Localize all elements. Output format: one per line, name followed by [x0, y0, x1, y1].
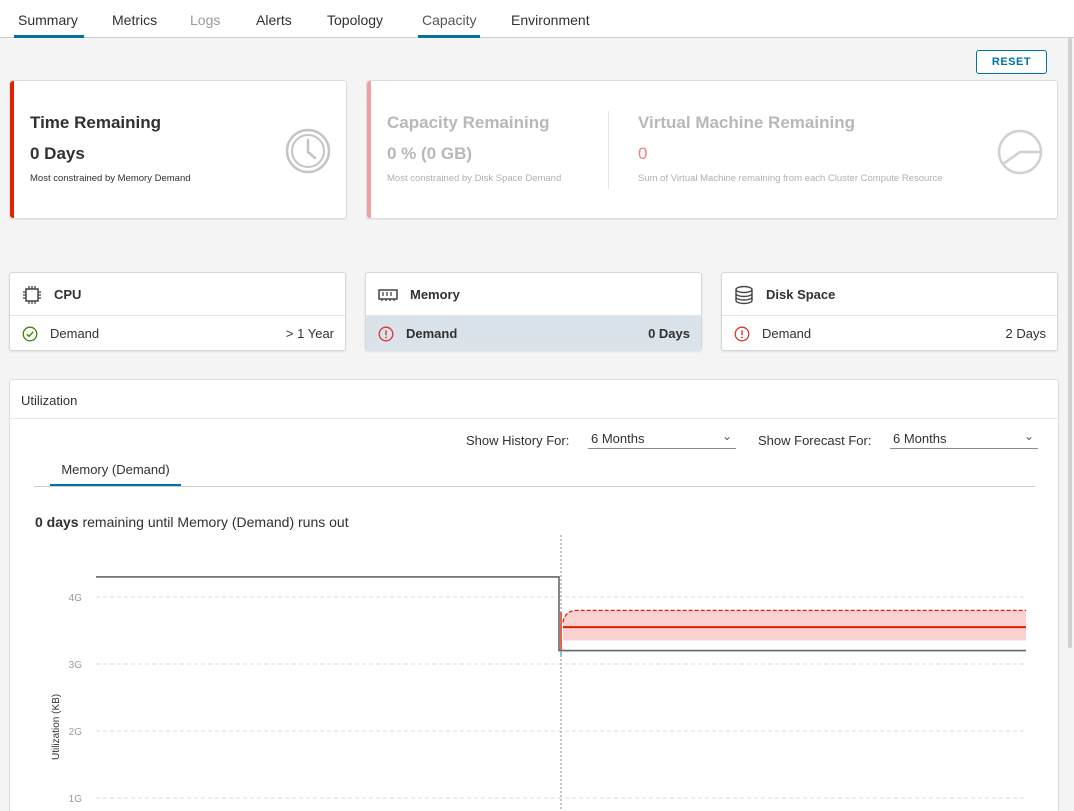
- cpu-card-header: CPU: [10, 273, 345, 316]
- page-scrollbar[interactable]: [1068, 38, 1072, 648]
- y-axis-ticks: 1G 2G 3G 4G: [69, 593, 83, 805]
- capacity-remaining-note: Most constrained by Disk Space Demand: [387, 173, 562, 184]
- memory-card-title: Memory: [410, 287, 460, 302]
- disk-space-demand-label: Demand: [762, 326, 812, 341]
- vm-remaining-title: Virtual Machine Remaining: [638, 113, 855, 132]
- time-remaining-card: Time Remaining 0 Days Most constrained b…: [9, 80, 347, 219]
- alert-circle-icon: [378, 326, 394, 342]
- y-tick-label: 1G: [69, 794, 83, 805]
- y-tick-label: 2G: [69, 727, 83, 738]
- check-circle-icon: [22, 326, 38, 342]
- capacity-remaining-card: Capacity Remaining 0 % (0 GB) Most const…: [366, 80, 1058, 219]
- chevron-down-icon: ⌄: [1023, 429, 1034, 443]
- remaining-summary: 0 days remaining until Memory (Demand) r…: [35, 514, 349, 530]
- remaining-text: remaining until Memory (Demand) runs out: [78, 514, 349, 530]
- memory-card-header: Memory: [366, 273, 701, 316]
- forecast-band: [562, 609, 1026, 641]
- history-select-value: 6 Months: [591, 431, 645, 446]
- history-select[interactable]: 6 Months ⌄: [588, 429, 736, 449]
- summary-divider: [608, 111, 609, 189]
- history-label: Show History For:: [466, 433, 570, 448]
- memory-icon: [378, 289, 398, 301]
- cpu-card[interactable]: CPU Demand > 1 Year: [9, 272, 346, 351]
- time-remaining-title: Time Remaining: [30, 113, 161, 132]
- capacity-remaining-accent: [367, 81, 371, 218]
- disk-space-card-header: Disk Space: [722, 273, 1057, 316]
- tab-metrics[interactable]: Metrics: [112, 12, 157, 38]
- cpu-demand-row[interactable]: Demand > 1 Year: [10, 316, 345, 351]
- memory-card[interactable]: Memory Demand 0 Days: [365, 272, 702, 351]
- disk-space-demand-value: 2 Days: [1005, 326, 1046, 341]
- y-tick-label: 4G: [69, 593, 83, 604]
- database-icon: [735, 285, 753, 305]
- summary-tab-underline: [14, 35, 84, 38]
- tab-topology[interactable]: Topology: [327, 12, 383, 38]
- vm-remaining-note: Sum of Virtual Machine remaining from ea…: [638, 173, 943, 184]
- capacity-remaining-value: 0 % (0 GB): [387, 144, 473, 163]
- y-axis-label: Utilization (KB): [51, 694, 62, 760]
- remaining-days: 0 days: [35, 514, 79, 530]
- pie-chart-icon: [997, 129, 1043, 175]
- memory-demand-label: Demand: [406, 326, 458, 341]
- y-tick-label: 3G: [69, 660, 83, 671]
- disk-space-demand-row[interactable]: Demand 2 Days: [722, 316, 1057, 351]
- utilization-panel: Utilization Show History For: 6 Months ⌄…: [9, 379, 1059, 811]
- disk-space-card-title: Disk Space: [766, 287, 836, 302]
- alert-circle-icon: [734, 326, 750, 342]
- forecast-select-value: 6 Months: [893, 431, 947, 446]
- tab-memory-demand[interactable]: Memory (Demand): [50, 462, 181, 487]
- tab-capacity[interactable]: Capacity: [417, 12, 481, 38]
- utilization-title: Utilization: [21, 393, 78, 408]
- cpu-demand-value: > 1 Year: [285, 326, 334, 341]
- forecast-label: Show Forecast For:: [758, 433, 872, 448]
- capacity-tab-bar: Summary Metrics Logs Alerts Topology Cap…: [0, 0, 1074, 38]
- time-remaining-note: Most constrained by Memory Demand: [30, 173, 191, 184]
- utilization-chart[interactable]: 1G 2G 3G 4G Utilization (KB): [10, 535, 1058, 811]
- vm-remaining-value: 0: [638, 144, 648, 163]
- tab-logs: Logs: [190, 12, 221, 28]
- memory-demand-value: 0 Days: [648, 326, 690, 341]
- disk-space-card[interactable]: Disk Space Demand 2 Days: [721, 272, 1058, 351]
- cpu-demand-label: Demand: [50, 326, 100, 341]
- clock-icon: [285, 128, 331, 174]
- reset-button[interactable]: RESET: [976, 50, 1047, 74]
- forecast-confidence-band: [563, 610, 1026, 641]
- utilization-header: Utilization: [10, 380, 1058, 419]
- memory-demand-row[interactable]: Demand 0 Days: [366, 316, 701, 351]
- cpu-icon: [23, 286, 41, 304]
- tab-alerts[interactable]: Alerts: [256, 12, 292, 38]
- subtab-divider: [34, 486, 1035, 487]
- cpu-card-title: CPU: [54, 287, 82, 302]
- capacity-remaining-title: Capacity Remaining: [387, 113, 550, 132]
- tab-environment[interactable]: Environment: [511, 12, 590, 38]
- chevron-down-icon: ⌄: [721, 429, 732, 443]
- time-remaining-value: 0 Days: [30, 144, 85, 163]
- forecast-select[interactable]: 6 Months ⌄: [890, 429, 1038, 449]
- time-remaining-accent: [10, 81, 14, 218]
